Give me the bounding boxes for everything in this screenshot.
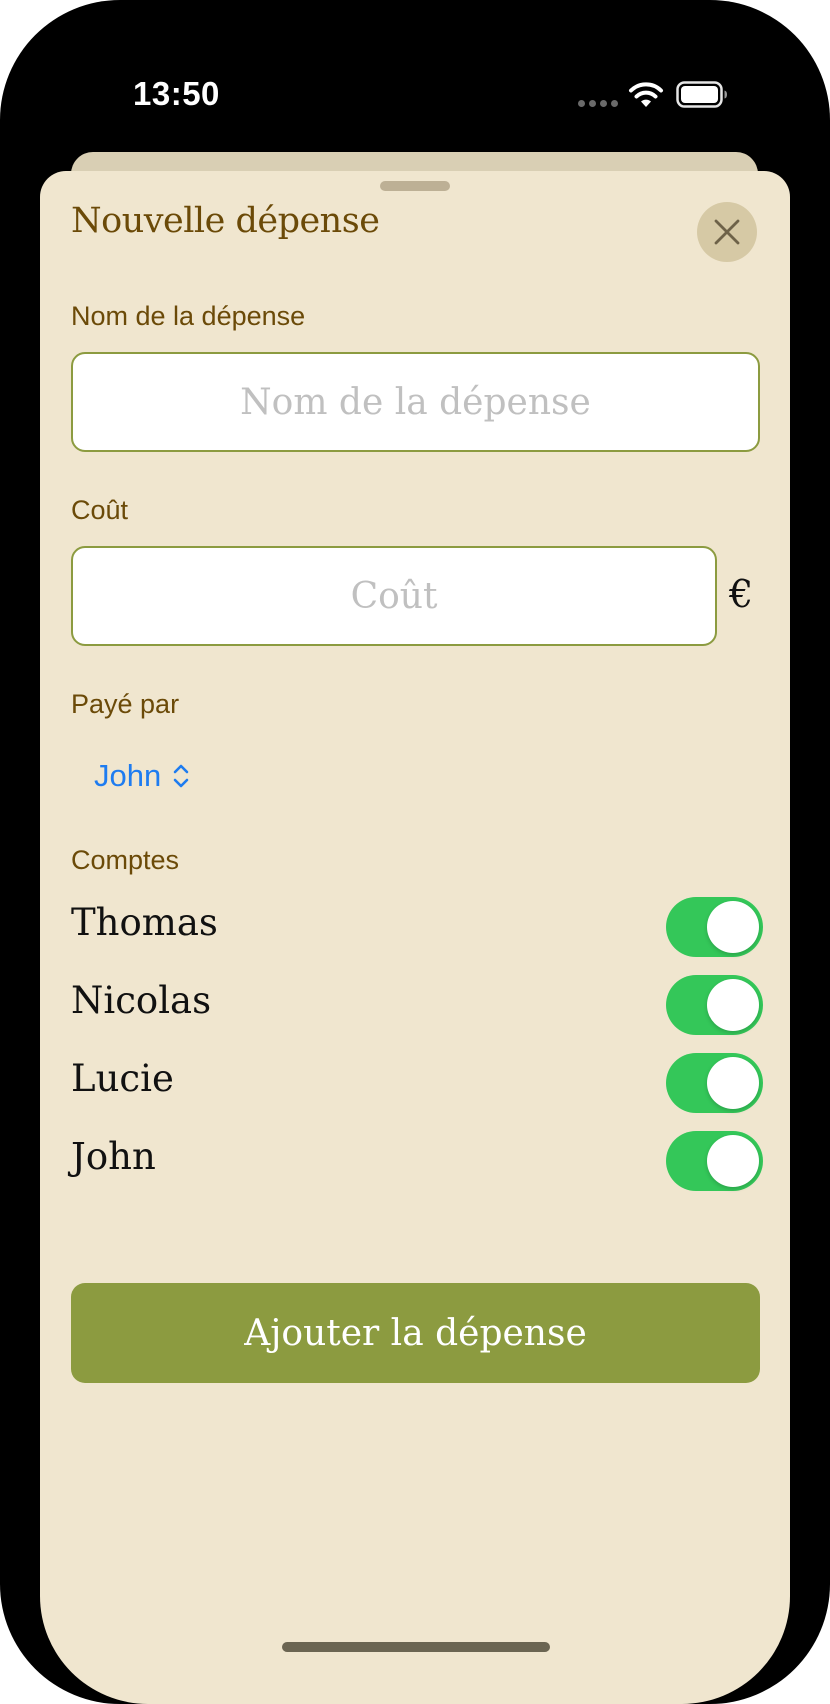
account-row: Thomas (71, 895, 763, 959)
account-row: Nicolas (71, 973, 763, 1037)
cellular-dots-icon (578, 100, 618, 108)
close-button[interactable] (697, 202, 757, 262)
status-time: 13:50 (133, 75, 220, 112)
account-name: Thomas (71, 901, 218, 944)
currency-symbol: € (729, 572, 754, 616)
account-name: John (71, 1135, 156, 1178)
account-toggle-thomas[interactable] (666, 897, 763, 957)
paid-by-label: Payé par (71, 689, 180, 719)
battery-icon (676, 81, 727, 108)
account-name: Nicolas (71, 979, 212, 1022)
account-toggle-john[interactable] (666, 1131, 763, 1191)
wifi-icon (629, 82, 663, 107)
sheet-title: Nouvelle dépense (71, 201, 380, 241)
add-expense-button[interactable]: Ajouter la dépense (71, 1283, 760, 1383)
expense-name-label: Nom de la dépense (71, 301, 306, 331)
chevron-up-down-icon (173, 764, 189, 788)
sheet-grabber[interactable] (380, 181, 450, 191)
paid-by-picker[interactable]: John (94, 751, 191, 801)
account-toggle-nicolas[interactable] (666, 975, 763, 1035)
close-icon (714, 219, 740, 245)
accounts-label: Comptes (71, 845, 180, 875)
home-indicator (282, 1642, 550, 1652)
cost-input[interactable] (71, 546, 717, 646)
toggle-knob (707, 901, 759, 953)
paid-by-selected: John (94, 758, 162, 793)
account-row: John (71, 1129, 763, 1193)
account-row: Lucie (71, 1051, 763, 1115)
cost-label: Coût (71, 495, 129, 525)
toggle-knob (707, 1057, 759, 1109)
account-name: Lucie (71, 1057, 174, 1100)
toggle-knob (707, 1135, 759, 1187)
new-expense-sheet: Nouvelle dépense Nom de la dépense Coût … (40, 171, 790, 1704)
expense-name-input[interactable] (71, 352, 760, 452)
toggle-knob (707, 979, 759, 1031)
account-toggle-lucie[interactable] (666, 1053, 763, 1113)
status-bar: 13:50 (0, 0, 830, 150)
phone-frame: 13:50 Nouvelle dépense Nom de la dépense (0, 0, 830, 1704)
